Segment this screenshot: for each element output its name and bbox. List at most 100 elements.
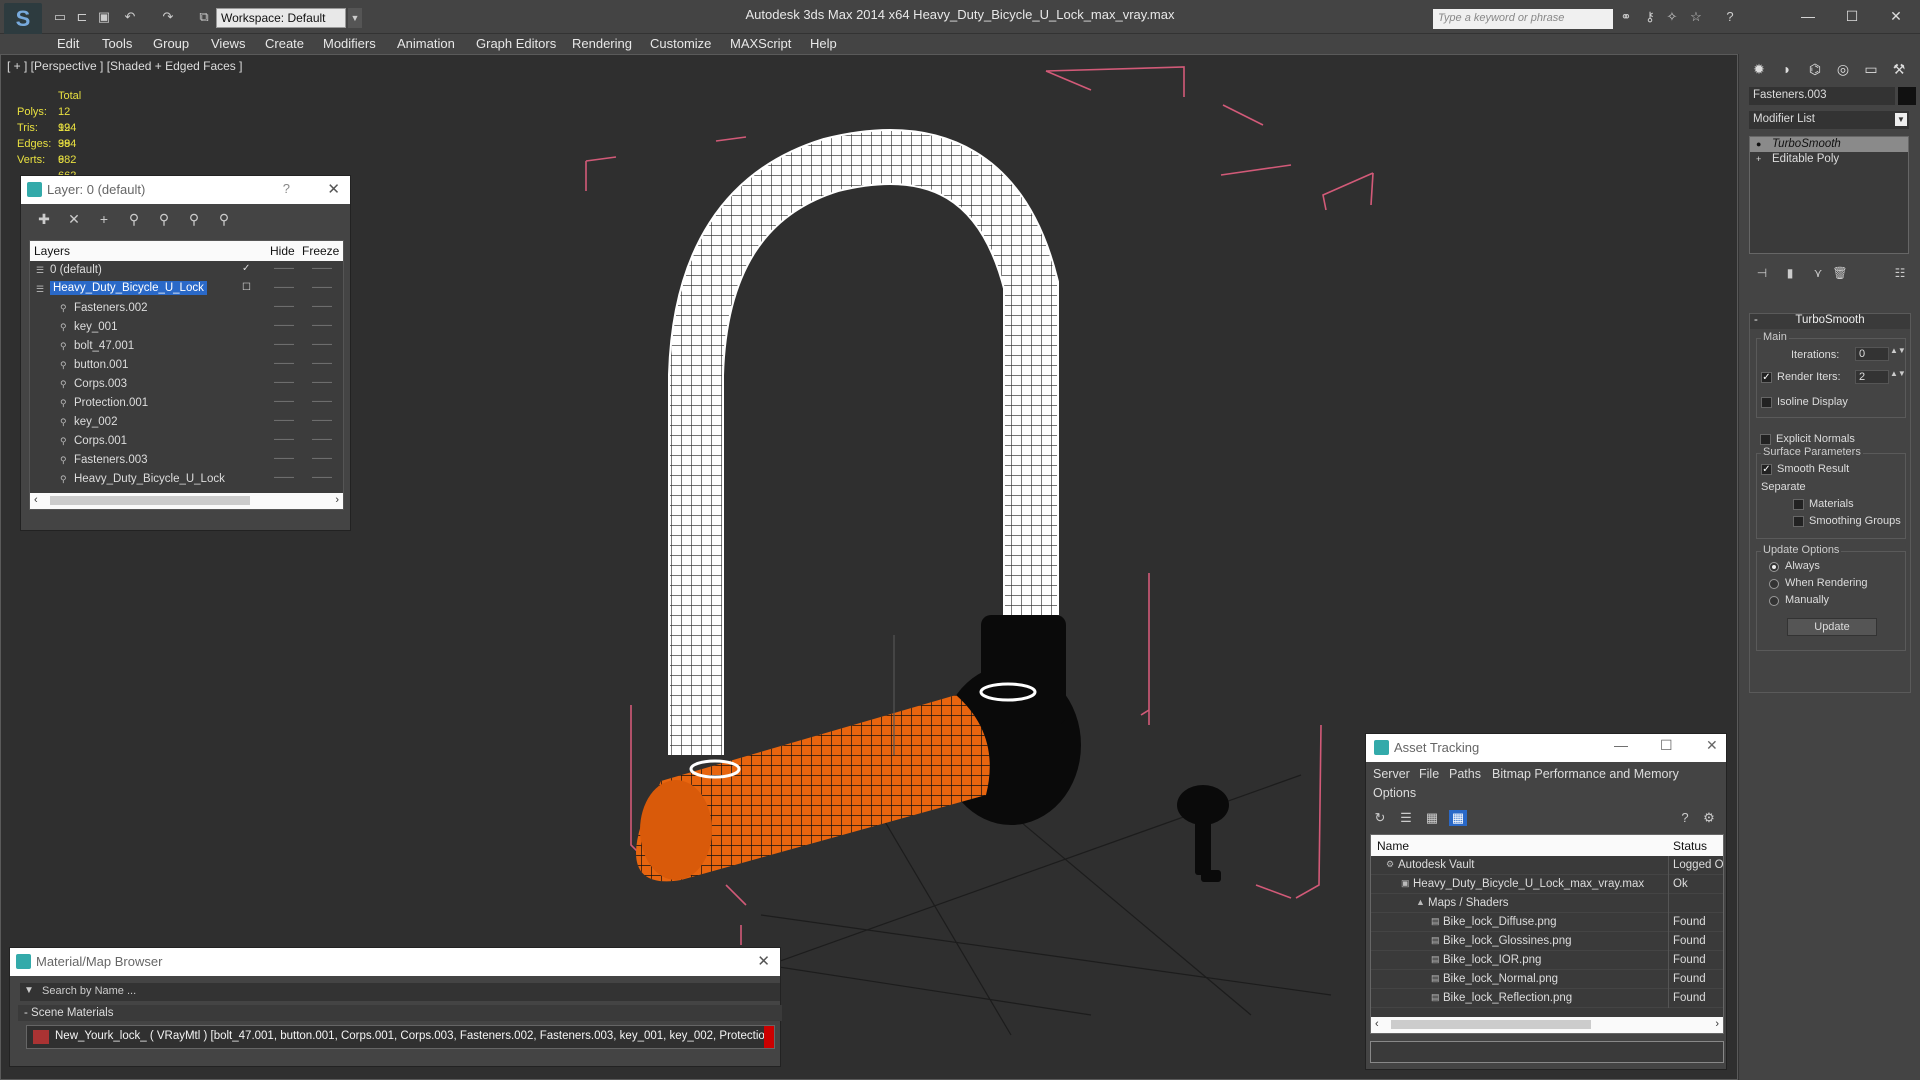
star-icon[interactable]: ☆	[1688, 9, 1704, 24]
minimize-button[interactable]: —	[1786, 5, 1830, 27]
asset-row[interactable]: ▤ Bike_lock_Glossines.png Found	[1371, 932, 1723, 951]
communication-icon[interactable]: ✧	[1664, 9, 1680, 24]
menu-group[interactable]: Group	[153, 36, 189, 51]
modifier-list-dropdown[interactable]: Modifier List ▼	[1749, 111, 1909, 129]
isoline-display-checkbox[interactable]	[1761, 397, 1772, 408]
stack-item-turbosmooth[interactable]: ● TurboSmooth	[1750, 137, 1908, 152]
scroll-thumb[interactable]	[1391, 1020, 1591, 1029]
freeze-toggle[interactable]: ——	[312, 339, 332, 350]
hide-toggle[interactable]: ——	[274, 377, 294, 388]
column-name[interactable]: Name	[1377, 839, 1409, 853]
material-entry[interactable]: New_Yourk_lock_ ( VRayMtl ) [bolt_47.001…	[26, 1025, 775, 1049]
display-tab-icon[interactable]: ▭	[1859, 58, 1883, 80]
object-row[interactable]: ⚲ Protection.001 —— ——	[30, 394, 343, 413]
thumbnail-view-icon[interactable]: ▦	[1423, 810, 1441, 826]
menu-maxscript[interactable]: MAXScript	[730, 36, 791, 51]
menu-animation[interactable]: Animation	[397, 36, 455, 51]
hide-toggle[interactable]: ——	[274, 263, 294, 274]
search-input[interactable]: Type a keyword or phrase	[1433, 9, 1613, 29]
motion-tab-icon[interactable]: ◎	[1831, 58, 1855, 80]
material-browser-titlebar[interactable]: Material/Map Browser ✕	[10, 948, 780, 976]
smoothing-groups-checkbox[interactable]	[1793, 516, 1804, 527]
chevron-down-icon[interactable]: ▼	[1895, 113, 1907, 126]
when-rendering-radio[interactable]	[1769, 579, 1779, 589]
asset-tracking-titlebar[interactable]: Asset Tracking — ☐ ✕	[1366, 734, 1726, 762]
maximize-button[interactable]: ☐	[1660, 737, 1673, 754]
scroll-right-icon[interactable]: ›	[335, 494, 339, 506]
column-layers[interactable]: Layers	[34, 244, 70, 258]
remove-modifier-icon[interactable]: 🗑	[1831, 266, 1849, 282]
horizontal-scrollbar[interactable]: ‹ ›	[1371, 1017, 1723, 1033]
hide-toggle[interactable]: ——	[274, 358, 294, 369]
highlight-layer-icon[interactable]: ⚲	[155, 211, 173, 228]
layer-row[interactable]: ☰ 0 (default) ✓ —— ——	[30, 261, 343, 280]
stack-item-editable-poly[interactable]: + Editable Poly	[1750, 152, 1908, 167]
pin-stack-icon[interactable]: ⊣	[1753, 266, 1771, 282]
menu-create[interactable]: Create	[265, 36, 304, 51]
hide-all-icon[interactable]: ⚲	[185, 211, 203, 228]
hide-toggle[interactable]: ——	[274, 282, 294, 293]
hide-toggle[interactable]: ——	[274, 339, 294, 350]
column-freeze[interactable]: Freeze	[302, 244, 339, 258]
menu-views[interactable]: Views	[211, 36, 245, 51]
freeze-toggle[interactable]: ——	[312, 358, 332, 369]
help-icon[interactable]: ?	[283, 181, 290, 196]
asset-row[interactable]: ▤ Bike_lock_Reflection.png Found	[1371, 989, 1723, 1008]
layer-row[interactable]: ☰ Heavy_Duty_Bicycle_U_Lock ☐ —— ——	[30, 280, 343, 299]
object-color-swatch[interactable]	[1898, 87, 1916, 105]
menu-rendering[interactable]: Rendering	[572, 36, 632, 51]
delete-layer-icon[interactable]: ✕	[65, 211, 83, 228]
hide-toggle[interactable]: ——	[274, 320, 294, 331]
object-row[interactable]: ⚲ Heavy_Duty_Bicycle_U_Lock —— ——	[30, 470, 343, 489]
set-current-layer-icon[interactable]: ☐	[242, 282, 251, 293]
close-icon[interactable]: ✕	[1706, 737, 1718, 754]
freeze-toggle[interactable]: ——	[312, 263, 332, 274]
minimize-button[interactable]: —	[1614, 737, 1628, 753]
horizontal-scrollbar[interactable]: ‹ ›	[30, 493, 343, 509]
spinner-arrows-icon[interactable]: ▲▼	[1890, 370, 1906, 384]
freeze-all-icon[interactable]: ⚲	[215, 211, 233, 228]
object-row[interactable]: ⚲ Fasteners.002 —— ——	[30, 299, 343, 318]
binoculars-icon[interactable]: ⚭	[1618, 9, 1634, 24]
scroll-right-icon[interactable]: ›	[1715, 1018, 1719, 1030]
menu-tools[interactable]: Tools	[102, 36, 132, 51]
add-selected-icon[interactable]: +	[95, 211, 113, 228]
freeze-toggle[interactable]: ——	[312, 282, 332, 293]
menu-options[interactable]: Options	[1373, 786, 1416, 800]
spinner-arrows-icon[interactable]: ▲▼	[1890, 347, 1906, 361]
asset-path-field[interactable]	[1370, 1041, 1724, 1063]
object-row[interactable]: ⚲ key_002 —— ——	[30, 413, 343, 432]
scene-materials-section[interactable]: - Scene Materials	[18, 1005, 782, 1021]
rollout-header[interactable]: - TurboSmooth	[1750, 314, 1910, 329]
asset-row[interactable]: ▤ Bike_lock_Normal.png Found	[1371, 970, 1723, 989]
materials-checkbox[interactable]	[1793, 499, 1804, 510]
material-search-input[interactable]: ▼ Search by Name ...	[20, 983, 780, 1001]
show-end-result-icon[interactable]: ▮	[1781, 266, 1799, 282]
freeze-toggle[interactable]: ——	[312, 453, 332, 464]
active-layer-check-icon[interactable]: ✓	[242, 263, 250, 274]
scroll-left-icon[interactable]: ‹	[34, 494, 38, 506]
object-row[interactable]: ⚲ bolt_47.001 —— ——	[30, 337, 343, 356]
list-view-icon[interactable]: ☰	[1397, 810, 1415, 826]
key-icon[interactable]: ⚷	[1642, 9, 1658, 24]
configure-sets-icon[interactable]: ☷	[1891, 266, 1909, 282]
menu-modifiers[interactable]: Modifiers	[323, 36, 376, 51]
help-icon[interactable]: ?	[1722, 9, 1738, 24]
freeze-toggle[interactable]: ——	[312, 396, 332, 407]
manually-radio[interactable]	[1769, 596, 1779, 606]
table-view-icon[interactable]: ▦	[1449, 810, 1467, 826]
menu-file[interactable]: File	[1419, 767, 1439, 781]
hierarchy-tab-icon[interactable]: ⌬	[1803, 58, 1827, 80]
object-name-field[interactable]: Fasteners.003	[1749, 87, 1895, 105]
column-hide[interactable]: Hide	[270, 244, 295, 258]
asset-row[interactable]: ⚙ Autodesk Vault Logged O	[1371, 856, 1724, 875]
utilities-tab-icon[interactable]: ⚒	[1887, 58, 1911, 80]
select-objects-icon[interactable]: ⚲	[125, 211, 143, 228]
close-button[interactable]: ✕	[1874, 5, 1918, 27]
hide-toggle[interactable]: ——	[274, 301, 294, 312]
scroll-left-icon[interactable]: ‹	[1375, 1018, 1379, 1030]
update-button[interactable]: Update	[1787, 618, 1877, 636]
object-row[interactable]: ⚲ Corps.001 —— ——	[30, 432, 343, 451]
column-status[interactable]: Status	[1673, 839, 1707, 853]
menu-server[interactable]: Server	[1373, 767, 1410, 781]
